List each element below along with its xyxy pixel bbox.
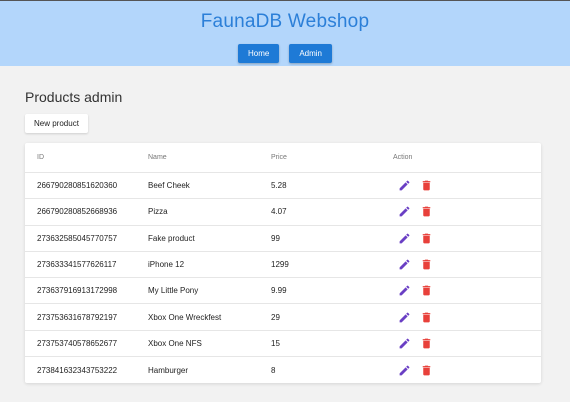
edit-pencil-icon[interactable] — [398, 284, 411, 297]
delete-trash-icon[interactable] — [420, 311, 433, 324]
cell-id: 273753631678792197 — [37, 312, 118, 322]
table-row: 273841632343753222 Hamburger 8 — [25, 357, 541, 383]
cell-price: 99 — [271, 233, 280, 243]
cell-price: 1299 — [271, 260, 289, 270]
cell-price: 15 — [271, 338, 280, 348]
cell-id: 266790280852668936 — [37, 207, 118, 217]
column-header-price: Price — [271, 154, 287, 161]
cell-name: Fake product — [148, 233, 195, 243]
table-row: 273753740578652677 Xbox One NFS 15 — [25, 331, 541, 358]
products-table: ID Name Price Action 266790280851620360 B… — [25, 143, 541, 384]
delete-trash-icon[interactable] — [420, 364, 433, 377]
table-row: 273753631678792197 Xbox One Wreckfest 29 — [25, 304, 541, 331]
delete-trash-icon[interactable] — [420, 284, 433, 297]
cell-action — [393, 284, 541, 297]
home-button[interactable]: Home — [237, 44, 280, 63]
new-product-button[interactable]: New product — [25, 114, 88, 133]
delete-trash-icon[interactable] — [420, 232, 433, 245]
delete-trash-icon[interactable] — [420, 337, 433, 350]
cell-name: iPhone 12 — [148, 260, 185, 270]
cell-name: Pizza — [148, 207, 168, 217]
cell-id: 273637916913172998 — [37, 286, 118, 296]
site-header: FaunaDB Webshop Home Admin — [0, 1, 570, 66]
edit-pencil-icon[interactable] — [398, 205, 411, 218]
cell-price: 8 — [271, 365, 276, 375]
table-header-row: ID Name Price Action — [25, 143, 541, 173]
cell-id: 266790280851620360 — [37, 181, 118, 191]
table-row: 266790280851620360 Beef Cheek 5.28 — [25, 173, 541, 200]
cell-name: Xbox One Wreckfest — [148, 312, 222, 322]
cell-id: 273632585045770757 — [37, 233, 118, 243]
table-row: 273637916913172998 My Little Pony 9.99 — [25, 278, 541, 305]
cell-action — [393, 205, 541, 218]
cell-action — [393, 179, 541, 192]
cell-action — [393, 364, 541, 377]
edit-pencil-icon[interactable] — [398, 311, 411, 324]
edit-pencil-icon[interactable] — [398, 364, 411, 377]
edit-pencil-icon[interactable] — [398, 337, 411, 350]
column-header-action: Action — [393, 154, 413, 161]
column-header-id: ID — [37, 154, 44, 161]
cell-id: 273753740578652677 — [37, 338, 118, 348]
cell-price: 29 — [271, 312, 280, 322]
cell-name: Hamburger — [148, 365, 189, 375]
main-content: Products admin New product ID Name Price… — [0, 66, 570, 384]
cell-name: Xbox One NFS — [148, 338, 202, 348]
edit-pencil-icon[interactable] — [398, 258, 411, 271]
delete-trash-icon[interactable] — [420, 258, 433, 271]
delete-trash-icon[interactable] — [420, 205, 433, 218]
cell-price: 4.07 — [271, 207, 287, 217]
site-title: FaunaDB Webshop — [200, 11, 370, 32]
table-row: 273633341577626117 iPhone 12 1299 — [25, 252, 541, 279]
edit-pencil-icon[interactable] — [398, 232, 411, 245]
cell-id: 273841632343753222 — [37, 365, 118, 375]
cell-action — [393, 311, 541, 324]
page-title: Products admin — [25, 89, 123, 105]
table-body: 266790280851620360 Beef Cheek 5.28 26679028… — [25, 173, 541, 383]
cell-action — [393, 337, 541, 350]
edit-pencil-icon[interactable] — [398, 179, 411, 192]
cell-action — [393, 258, 541, 271]
cell-name: Beef Cheek — [148, 181, 190, 191]
cell-price: 5.28 — [271, 181, 287, 191]
table-row: 266790280852668936 Pizza 4.07 — [25, 199, 541, 226]
table-row: 273632585045770757 Fake product 99 — [25, 226, 541, 252]
cell-name: My Little Pony — [148, 286, 199, 296]
cell-action — [393, 232, 541, 245]
cell-id: 273633341577626117 — [37, 260, 117, 270]
column-header-name: Name — [148, 154, 167, 161]
main-nav: Home Admin — [0, 44, 570, 63]
cell-price: 9.99 — [271, 286, 287, 296]
admin-button[interactable]: Admin — [289, 44, 333, 63]
delete-trash-icon[interactable] — [420, 179, 433, 192]
